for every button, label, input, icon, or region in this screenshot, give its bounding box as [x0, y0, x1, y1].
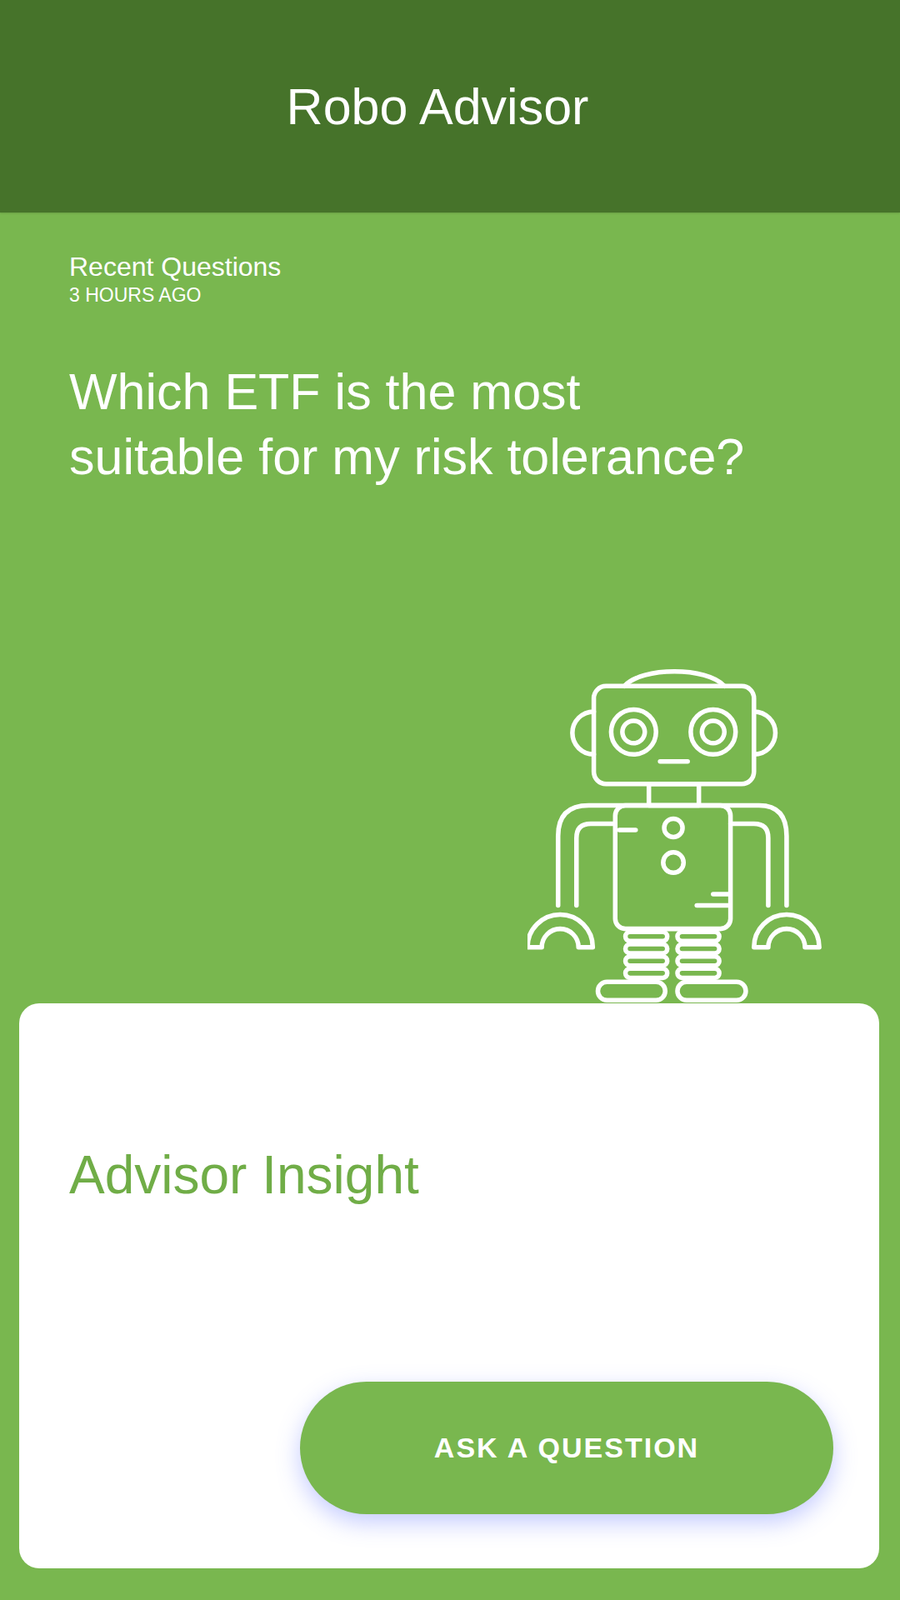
app-header: Robo Advisor: [0, 0, 900, 213]
recent-question[interactable]: Which ETF is the most suitable for my ri…: [69, 359, 758, 490]
advisor-insight-card: Advisor Insight ASK A QUESTION: [19, 1003, 880, 1569]
app-title: Robo Advisor: [286, 77, 590, 136]
robot-row: [0, 666, 900, 1004]
recent-label: Recent Questions: [69, 250, 867, 283]
recent-questions: Recent Questions3 HOURS AGO Which ETF is …: [0, 212, 900, 667]
robo-advisor-screen: Robo Advisor Recent Questions3 HOURS AGO W…: [0, 0, 900, 1600]
robot-icon: [527, 666, 824, 1004]
main-area: Recent Questions3 HOURS AGO Which ETF is …: [0, 212, 900, 1600]
recent-time: 3 HOURS AGO: [69, 282, 867, 308]
ask-question-button[interactable]: ASK A QUESTION: [300, 1381, 834, 1515]
insight-title: Advisor Insight: [69, 1143, 834, 1207]
